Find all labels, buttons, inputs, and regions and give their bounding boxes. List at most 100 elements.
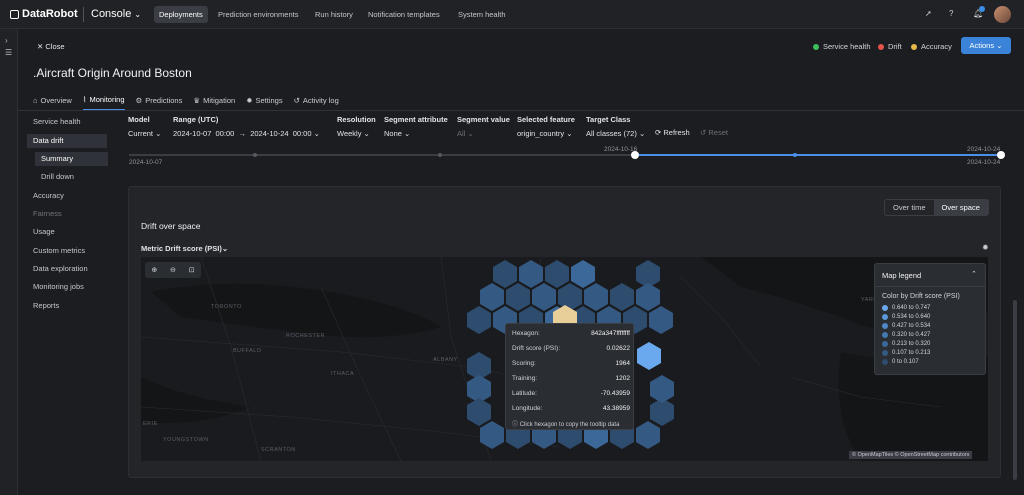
status-dot-green xyxy=(813,43,819,50)
zoom-in-icon[interactable]: ⊕ xyxy=(151,266,157,274)
tooltip-row-longitude: Longitude: 43.38959 xyxy=(512,405,630,412)
filter-label: Resolution xyxy=(337,115,376,124)
sidebar-item-reports[interactable]: Reports xyxy=(27,299,107,313)
range-end-date: 2024-10-24 xyxy=(250,129,289,138)
predictions-icon: ⚙ xyxy=(135,96,143,105)
metric-label: Metric Drift score (PSI) xyxy=(141,244,222,253)
page-title: .Aircraft Origin Around Boston xyxy=(33,66,192,80)
list-icon[interactable]: ☰ xyxy=(5,48,12,57)
status-service-health[interactable]: Service health xyxy=(813,42,871,51)
help-icon[interactable]: ? xyxy=(949,9,953,18)
sidebar-item-data-exploration[interactable]: Data exploration xyxy=(27,262,107,276)
sidebar-item-data-drift[interactable]: Data drift xyxy=(27,134,107,148)
legend-item-label: 0.427 to 0.534 xyxy=(892,323,931,329)
status-accuracy[interactable]: Accuracy xyxy=(911,42,952,51)
tab-label: Activity log xyxy=(302,96,339,105)
sidebar-item-fairness: Fairness xyxy=(33,209,62,218)
tooltip-row-drift-score: Drift score (PSI): 0.02622 xyxy=(512,345,630,352)
expand-icon[interactable]: › xyxy=(5,36,8,45)
over-time-button[interactable]: Over time xyxy=(885,200,934,215)
chevron-down-icon: ⌄ xyxy=(404,129,411,138)
sidebar-item-usage[interactable]: Usage xyxy=(27,225,107,239)
nav-deployments[interactable]: Deployments xyxy=(154,6,208,23)
refresh-label: Refresh xyxy=(663,128,690,137)
console-menu[interactable]: Console ⌄ xyxy=(91,8,141,20)
reset-icon: ↺ xyxy=(700,128,707,137)
chevron-down-icon: ⌄ xyxy=(134,10,142,19)
map-attribution[interactable]: © OpenMapTiles © OpenStreetMap contribut… xyxy=(849,451,973,459)
home-icon: ⌂ xyxy=(33,96,38,105)
nav-prediction-environments[interactable]: Prediction environments xyxy=(213,6,303,23)
tab-monitoring[interactable]: ⌇ Monitoring xyxy=(82,95,125,111)
legend-swatch xyxy=(882,359,888,365)
legend-swatch xyxy=(882,305,888,311)
target-class-select[interactable]: All classes (72) ⌄ xyxy=(586,129,645,138)
page-scrollbar[interactable] xyxy=(1013,300,1017,480)
zoom-out-icon[interactable]: ⊖ xyxy=(170,266,176,274)
sidebar-item-accuracy[interactable]: Accuracy xyxy=(27,189,107,203)
map-place-label: ITHACA xyxy=(331,371,355,377)
timeline-selection-start-label: 2024-10-16 xyxy=(604,146,638,153)
segment-attribute-value: None xyxy=(384,129,402,138)
metric-select[interactable]: Metric Drift score (PSI)⌄ xyxy=(141,244,228,253)
legend-title: Map legend xyxy=(882,271,922,280)
tab-predictions[interactable]: ⚙ Predictions xyxy=(136,95,183,111)
legend-swatch xyxy=(882,314,888,320)
timeline-selection[interactable] xyxy=(635,154,1002,156)
tooltip-value: 842a347ffffffff xyxy=(591,330,630,337)
refresh-button[interactable]: ⟳ Refresh xyxy=(655,128,690,137)
sidebar-item-drill-down[interactable]: Drill down xyxy=(35,170,108,184)
tooltip-key: Scoring: xyxy=(512,360,536,367)
tab-mitigation[interactable]: ♛ Mitigation xyxy=(193,95,235,111)
tab-activity-log[interactable]: ↺ Activity log xyxy=(294,95,339,111)
filter-segment-value: Segment value All ⌄ xyxy=(457,115,510,138)
over-space-button[interactable]: Over space xyxy=(933,200,988,215)
range-picker[interactable]: 2024-10-07 00:00 → 2024-10-24 00:00 ⌄ xyxy=(173,129,320,138)
top-bar: DataRobot Console ⌄ Deployments Predicti… xyxy=(0,0,1024,29)
legend-item: 0.320 to 0.427 xyxy=(882,332,930,338)
chevron-down-icon: ⌄ xyxy=(313,129,320,138)
sidebar-item-custom-metrics[interactable]: Custom metrics xyxy=(27,244,107,258)
sidebar-item-summary[interactable]: Summary xyxy=(35,152,108,166)
segment-attribute-select[interactable]: None ⌄ xyxy=(384,129,448,138)
legend-item: 0 to 0.107 xyxy=(882,359,919,365)
map-place-label: TORONTO xyxy=(211,304,242,310)
zoom-reset-icon[interactable]: ⊡ xyxy=(189,266,195,274)
settings-gear-icon[interactable]: ✹ xyxy=(982,243,989,252)
logo-text: DataRobot xyxy=(22,8,78,20)
timeline-tick xyxy=(793,153,797,157)
datarobot-logo[interactable]: DataRobot xyxy=(10,8,78,20)
arrow-right-icon: → xyxy=(236,129,249,138)
close-button[interactable]: ✕ Close xyxy=(37,42,65,51)
nav-system-health[interactable]: System health xyxy=(453,6,511,23)
resolution-select[interactable]: Weekly ⌄ xyxy=(337,129,376,138)
sidebar-item-monitoring-jobs[interactable]: Monitoring jobs xyxy=(27,280,107,294)
status-dot-yellow xyxy=(911,43,917,50)
legend-item: 0.640 to 0.747 xyxy=(882,305,930,311)
status-drift[interactable]: Drift xyxy=(878,42,902,51)
tab-overview[interactable]: ⌂ Overview xyxy=(33,95,72,111)
hexagon-tooltip: Hexagon: 842a347ffffffff Drift score (PSI… xyxy=(505,323,634,430)
model-select[interactable]: Current ⌄ xyxy=(128,129,161,138)
chevron-down-icon: ⌄ xyxy=(221,244,229,253)
tab-label: Settings xyxy=(255,96,283,105)
sidebar-item-service-health[interactable]: Service health xyxy=(27,115,107,129)
tabs-divider xyxy=(18,110,1024,111)
tooltip-hint-text: Click hexagon to copy the tooltip data xyxy=(519,422,620,428)
tab-settings[interactable]: ✹ Settings xyxy=(246,95,282,111)
selected-feature-value: origin_country xyxy=(517,129,565,138)
actions-button[interactable]: Actions ⌄ xyxy=(961,37,1011,54)
map-legend: Map legend ⌃ Color by Drift score (PSI) … xyxy=(874,263,986,375)
left-rail: › ☰ xyxy=(0,29,18,495)
tooltip-key: Latitude: xyxy=(512,390,537,397)
nav-notification-templates[interactable]: Notification templates xyxy=(363,6,445,23)
map-place-label: SCRANTON xyxy=(261,447,296,453)
nav-run-history[interactable]: Run history xyxy=(310,6,358,23)
trophy-icon: ♛ xyxy=(193,96,201,105)
selected-feature-select[interactable]: origin_country ⌄ xyxy=(517,129,575,138)
chevron-up-icon[interactable]: ⌃ xyxy=(971,270,977,278)
avatar[interactable] xyxy=(994,6,1011,23)
status-label: Accuracy xyxy=(921,42,952,51)
range-end-time: 00:00 xyxy=(292,129,312,138)
rocket-icon[interactable]: ➚ xyxy=(925,9,932,18)
